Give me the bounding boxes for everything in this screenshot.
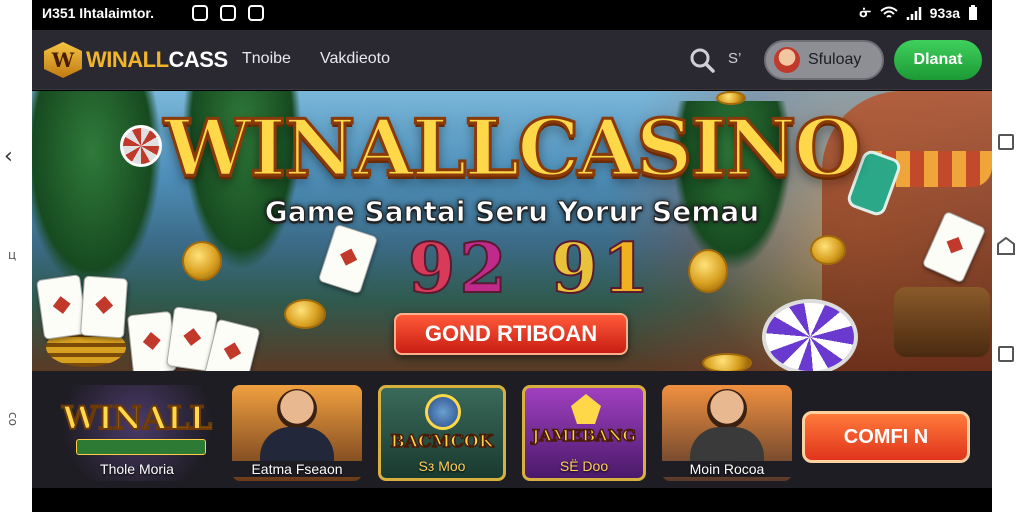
nav-link-home[interactable]: Tnoibe — [242, 50, 291, 68]
game-tile-caption: SЁ Doo — [559, 458, 609, 474]
hero-subtitle: Game Santai Seru Yorur Semau — [264, 195, 760, 229]
game-tiles-strip: WINALL Thole Moria Eatma Fseaon BACMCOK … — [32, 371, 992, 488]
nav-link-promo[interactable]: Vakdieoto — [320, 50, 390, 68]
game-tile-art: WINALL — [56, 385, 218, 463]
logo-badge-icon: W — [44, 42, 82, 78]
gold-coin-icon — [702, 353, 752, 371]
side-mark-icon: ц — [8, 248, 17, 262]
hero-cta-button[interactable]: GOND RTIBOAN — [394, 313, 628, 355]
battery-icon — [969, 4, 977, 20]
game-tile-art — [232, 385, 362, 463]
hero-number-3: 9 — [550, 228, 599, 310]
logo-text-part-b: CASS — [168, 47, 229, 72]
player-suit — [690, 427, 764, 463]
playing-card-icon — [317, 223, 379, 295]
download-icon — [248, 5, 264, 21]
game-tile-3[interactable]: BACMCOK Sз Moo — [378, 385, 506, 481]
game-tile-4[interactable]: JAMEBANG SЁ Doo — [522, 385, 646, 481]
search-label[interactable]: S’ — [728, 50, 741, 67]
confirm-button[interactable]: COMFI N — [802, 411, 970, 463]
bottom-bar — [32, 488, 992, 512]
logo-text-part-a: WINALL — [86, 47, 169, 72]
site-logo[interactable]: W WINALLCASS — [44, 42, 228, 78]
recent-apps-icon[interactable] — [998, 134, 1014, 150]
back-chevron-icon[interactable]: ‹ — [4, 146, 13, 168]
wifi-icon — [880, 6, 898, 18]
game-tile-1[interactable]: WINALL Thole Moria — [56, 385, 218, 481]
purple-chip-icon — [762, 299, 858, 371]
login-button[interactable]: Sfuloay — [764, 40, 884, 80]
device-screen: ‹ ц со И351 Ihtalaimtor. ᓃ 93зa W WINALL… — [0, 0, 1024, 512]
status-notification-icons — [192, 5, 264, 21]
game-tile-caption: Eatma Fseaon — [232, 461, 362, 477]
player-avatar-icon — [277, 389, 317, 429]
tile-art-word: BACMCOK — [390, 431, 495, 453]
logo-text: WINALLCASS — [86, 47, 228, 73]
hero-number-4: 1 — [601, 228, 650, 310]
gold-coin-icon — [688, 249, 728, 293]
site-header: W WINALLCASS Tnoibe Vakdieoto S’ Sfuloay… — [32, 30, 992, 90]
game-tile-art: JAMEBANG — [525, 388, 643, 466]
hero-banner[interactable]: WINALLCASINO Game Santai Seru Yorur Sema… — [32, 91, 992, 371]
left-system-bar: ‹ ц со — [0, 0, 32, 512]
status-bar: И351 Ihtalaimtor. ᓃ 93зa — [32, 0, 992, 28]
playing-card-icon — [79, 275, 129, 339]
notification-icon — [192, 5, 208, 21]
game-tile-2[interactable]: Eatma Fseaon — [232, 385, 362, 481]
tile-art-word: JAMEBANG — [531, 425, 637, 446]
status-time: И351 Ihtalaimtor. — [42, 5, 154, 21]
crest-icon — [571, 394, 601, 424]
status-right: ᓃ 93зa — [860, 4, 978, 21]
avatar-icon — [774, 47, 800, 73]
tile-art-word: WINALL — [61, 398, 213, 438]
side-mark-icon: со — [5, 412, 20, 426]
game-tile-art — [662, 385, 792, 463]
emblem-icon — [425, 394, 461, 430]
signal-icon — [906, 6, 921, 20]
hero-number-2: 2 — [458, 228, 507, 310]
overview-icon[interactable] — [998, 346, 1014, 362]
game-tile-caption: Thole Moria — [100, 461, 174, 477]
battery-text: 93зa — [929, 4, 960, 21]
gold-coin-icon — [284, 299, 326, 329]
game-tile-art: BACMCOK — [381, 388, 503, 466]
hero-numbers: 9 2 9 1 — [407, 228, 650, 310]
hero-number-1: 9 — [407, 228, 456, 310]
gold-coin-icon — [182, 241, 222, 281]
game-tile-5[interactable]: Moin Rocoa — [662, 385, 792, 481]
register-button[interactable]: Dlanat — [894, 40, 982, 80]
search-icon[interactable] — [688, 46, 716, 74]
right-system-nav — [992, 0, 1024, 512]
hero-title: WINALLCASINO — [162, 102, 863, 196]
player-suit — [260, 427, 334, 463]
home-icon[interactable] — [996, 236, 1016, 256]
gold-coin-icon — [810, 235, 846, 265]
game-tile-caption: Sз Moo — [418, 458, 466, 474]
treasure-chest-icon — [894, 287, 990, 357]
vpn-icon — [220, 5, 236, 21]
player-avatar-icon — [707, 389, 747, 429]
login-button-label: Sfuloay — [808, 51, 862, 68]
bluetooth-icon: ᓃ — [859, 4, 872, 20]
game-tile-caption: Moin Rocoa — [662, 461, 792, 477]
tile-art-ribbon — [76, 439, 206, 455]
